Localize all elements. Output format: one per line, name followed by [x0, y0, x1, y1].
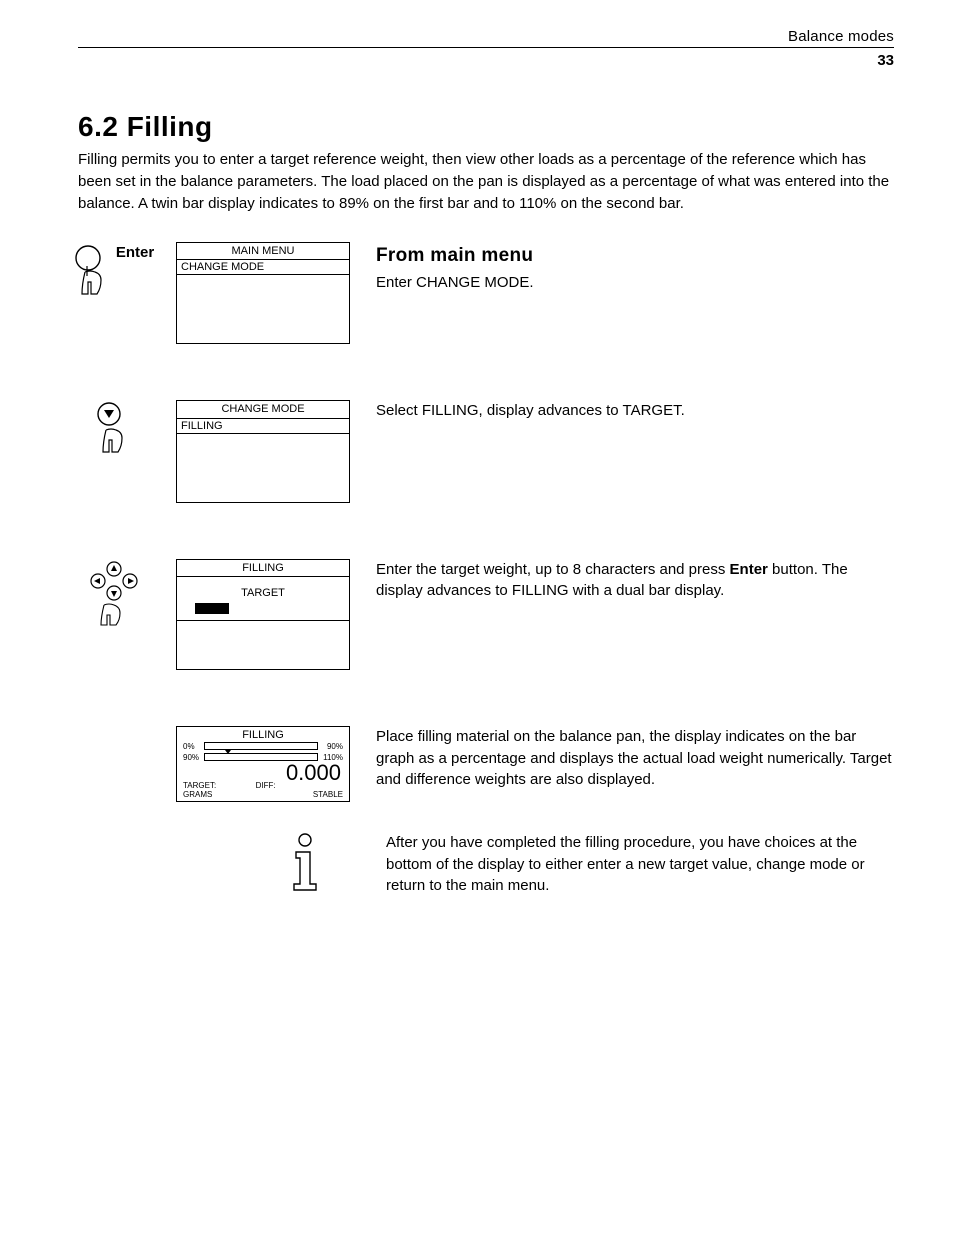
screen-title: MAIN MENU	[177, 243, 349, 260]
bar1-right: 90%	[321, 742, 343, 751]
step-1: Enter MAIN MENU CHANGE MODE From main me…	[78, 242, 894, 344]
bar1-left: 0%	[183, 742, 201, 751]
bar1	[204, 742, 318, 750]
step-5: After you have completed the filling pro…	[78, 832, 894, 897]
step-desc: After you have completed the filling pro…	[386, 832, 894, 897]
section-intro: Filling permits you to enter a target re…	[78, 149, 894, 214]
units-label: GRAMS	[183, 790, 212, 799]
fill-title: FILLING	[177, 727, 349, 742]
screen-filling-target: FILLING TARGET	[176, 559, 350, 670]
dpad-icon	[87, 561, 141, 633]
step-subheading: From main menu	[376, 242, 894, 270]
step-2: CHANGE MODE FILLING Select FILLING, disp…	[78, 400, 894, 502]
bar2	[204, 753, 318, 761]
section-title: 6.2 Filling	[78, 111, 894, 143]
step-desc: Select FILLING, display advances to TARG…	[376, 400, 894, 422]
cursor-block	[195, 603, 229, 614]
screen-highlight: CHANGE MODE	[177, 260, 349, 275]
step-desc: Place filling material on the balance pa…	[376, 726, 894, 791]
screen-main-menu: MAIN MENU CHANGE MODE	[176, 242, 350, 344]
screen-highlight: FILLING	[177, 419, 349, 434]
diff-label: DIFF:	[256, 781, 276, 790]
screen-center: TARGET	[177, 577, 349, 601]
info-icon	[286, 832, 324, 894]
screen-title: CHANGE MODE	[177, 401, 349, 418]
step-4: FILLING 0% 90% 90% 110% 0.000 TARGET: DI…	[78, 726, 894, 802]
running-header: Balance modes	[78, 28, 894, 48]
enter-label: Enter	[116, 244, 154, 261]
press-down-icon	[95, 402, 133, 466]
target-label: TARGET:	[183, 781, 216, 790]
step-desc: Enter CHANGE MODE.	[376, 272, 894, 294]
step-3: FILLING TARGET Enter the target weight, …	[78, 559, 894, 670]
step-desc: Enter the target weight, up to 8 charact…	[376, 559, 894, 603]
press-button-icon	[74, 244, 112, 304]
page-number: 33	[78, 52, 894, 69]
stable-label: STABLE	[313, 790, 343, 799]
screen-title: FILLING	[177, 560, 349, 577]
bar2-left: 90%	[183, 753, 201, 762]
screen-change-mode: CHANGE MODE FILLING	[176, 400, 350, 502]
screen-filling-display: FILLING 0% 90% 90% 110% 0.000 TARGET: DI…	[176, 726, 350, 802]
